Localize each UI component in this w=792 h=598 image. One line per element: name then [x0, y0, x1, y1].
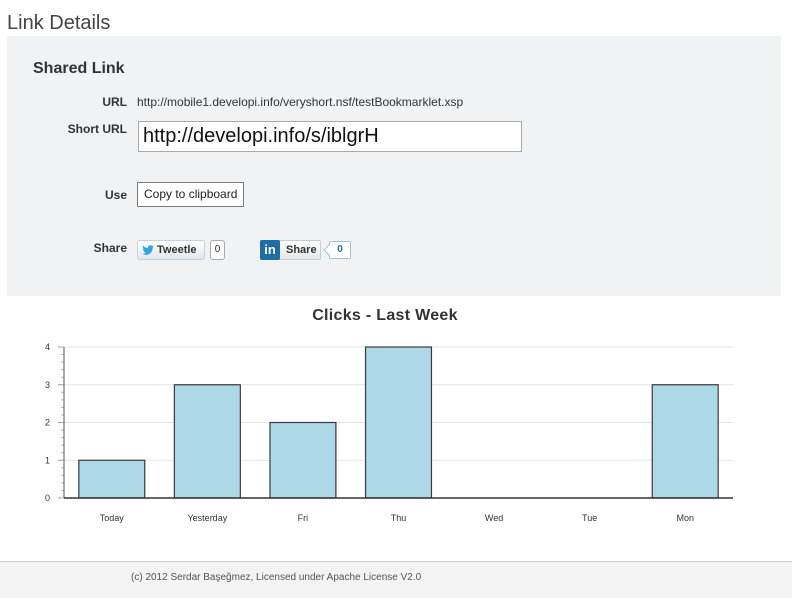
- linkedin-logo-icon: in: [260, 240, 280, 260]
- linkedin-count-badge: 0: [329, 241, 351, 259]
- bar-thu: [364, 346, 433, 499]
- footer-text: (c) 2012 Serdar Başeğmez, Licensed under…: [131, 572, 422, 583]
- footer: (c) 2012 Serdar Başeğmez, Licensed under…: [0, 561, 792, 598]
- y-tick-label: 1: [45, 455, 50, 465]
- y-tick-label: 4: [45, 342, 50, 352]
- x-tick-label: Fri: [298, 513, 309, 523]
- url-value: http://mobile1.developi.info/veryshort.n…: [137, 95, 464, 109]
- linkedin-share-button[interactable]: in Share: [260, 240, 321, 260]
- short-url-input[interactable]: [138, 121, 522, 152]
- short-url-label: Short URL: [67, 122, 127, 136]
- x-tick-label: Thu: [391, 513, 407, 523]
- y-tick-label: 3: [45, 380, 50, 390]
- linkedin-share-label: Share: [286, 244, 317, 256]
- tweet-button[interactable]: Tweetle: [137, 240, 205, 260]
- x-axis-labels: Today Yesterday Fri Thu Wed Tue Mon: [100, 513, 694, 523]
- panel-heading: Shared Link: [33, 60, 125, 77]
- bar-yesterday: [173, 384, 241, 499]
- use-label: Use: [104, 188, 127, 202]
- x-tick-label: Tue: [582, 513, 597, 523]
- y-tick-label: 2: [45, 418, 50, 428]
- shared-link-panel: Shared Link URL http://mobile1.developi.…: [7, 36, 781, 296]
- bar-fri: [269, 421, 337, 499]
- y-axis-ticks: 0 1 2 3 4: [45, 342, 64, 503]
- page-title: Link Details: [7, 12, 111, 34]
- url-label: URL: [102, 95, 127, 109]
- clicks-bar-chart: 0 1 2 3 4 Today Yesterday Fri Thu Wed Tue Mon: [45, 342, 733, 523]
- share-label: Share: [93, 241, 127, 255]
- x-tick-label: Today: [100, 513, 125, 523]
- y-tick-label: 0: [45, 493, 50, 503]
- bar-mon: [651, 384, 719, 499]
- tweet-button-label: Tweetle: [157, 244, 197, 256]
- tweet-count-badge: 0: [210, 240, 225, 260]
- x-tick-label: Mon: [676, 513, 694, 523]
- x-tick-label: Yesterday: [188, 513, 228, 523]
- chart-title: Clicks - Last Week: [312, 307, 458, 324]
- twitter-bird-icon: [142, 245, 154, 255]
- bar-today: [78, 459, 146, 499]
- copy-to-clipboard-button[interactable]: Copy to clipboard: [137, 182, 245, 207]
- x-tick-label: Wed: [485, 513, 503, 523]
